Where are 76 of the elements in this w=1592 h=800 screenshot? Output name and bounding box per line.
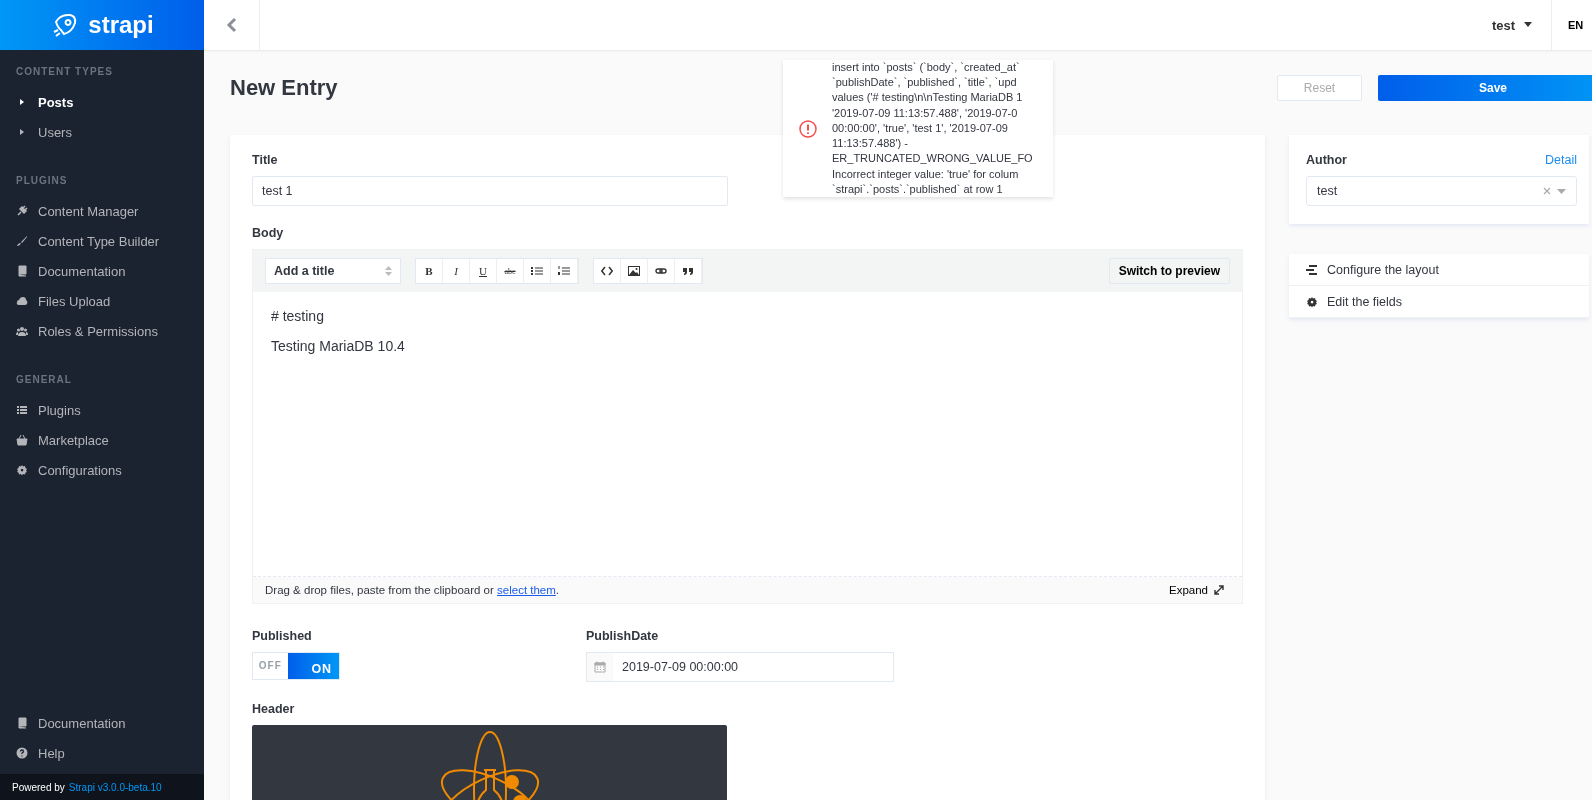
language-menu[interactable]: EN [1552, 18, 1592, 32]
brush-icon [16, 235, 28, 247]
error-message-line: '2019-07-09 11:13:57.488', '2019-07-0 [832, 105, 1019, 121]
select-files-link[interactable]: select them [497, 584, 556, 596]
sidebar-item[interactable]: Roles & Permissions [0, 316, 204, 346]
list-icon [16, 404, 28, 416]
cloud-icon [16, 295, 28, 307]
action-link[interactable]: Edit the fields [1289, 286, 1589, 318]
sidebar-item[interactable]: Documentation [0, 256, 204, 286]
expand-icon [1214, 585, 1224, 595]
bullet-list-icon [531, 266, 543, 276]
brand-name: strapi [88, 11, 154, 39]
field-label: Author [1306, 153, 1347, 167]
layout-icon [1306, 263, 1318, 276]
caret-down-icon [1557, 188, 1566, 194]
sidebar-item[interactable]: Documentation [0, 708, 204, 738]
section-heading: GENERAL [15, 373, 73, 387]
alert-icon [799, 119, 817, 138]
error-message-line: `strapi`.`posts`.`published` at row 1 [832, 182, 1004, 198]
section-heading: CONTENT TYPES [15, 65, 114, 79]
section-heading: PLUGINS [15, 174, 69, 188]
error-message-line: values ('# testing\n\nTesting MariaDB 1 [832, 90, 1024, 106]
book-icon [16, 717, 28, 729]
save-button[interactable]: Save [1378, 75, 1592, 101]
error-message-line: 00:00:00', 'true', 'test 1', '2019-07-09 [832, 120, 1009, 136]
error-message-line: `publishDate`, `published`, `title`, `upd [832, 74, 1018, 90]
field-label: Header [252, 702, 295, 716]
sort-arrows-icon [385, 266, 392, 276]
sidebar-item[interactable]: Files Upload [0, 286, 204, 316]
editor-text-line: # testing [271, 308, 324, 324]
field-label: Published [252, 629, 312, 643]
error-message-line: insert into `posts` (`body`, `created_at` [832, 59, 1021, 75]
sidebar-item[interactable]: Configurations [0, 455, 204, 485]
gear-icon [1306, 295, 1318, 308]
plug-icon [16, 205, 28, 217]
heading-select[interactable]: Add a title [265, 258, 401, 284]
title-input[interactable]: test 1 [252, 176, 728, 206]
numbered-list-icon [558, 266, 570, 276]
details-link[interactable]: Detail [1545, 153, 1577, 167]
version-link[interactable]: Strapi v3.0.0-beta.10 [68, 781, 162, 793]
powered-by-text: Powered by [12, 781, 65, 793]
field-label: Body [252, 226, 284, 240]
gear-icon [16, 464, 28, 476]
calendar-icon [594, 661, 606, 673]
error-message-line: ER_TRUNCATED_WRONG_VALUE_FO [832, 151, 1033, 167]
help-icon [16, 747, 28, 759]
book-icon [16, 265, 28, 277]
preview-button[interactable]: Switch to preview [1108, 258, 1230, 284]
chevron-left-icon [225, 17, 238, 33]
sidebar-item[interactable]: Users [0, 117, 204, 147]
author-select[interactable]: test [1306, 176, 1577, 206]
field-label: PublishDate [586, 629, 659, 643]
users-icon [16, 325, 28, 337]
action-link[interactable]: Configure the layout [1289, 254, 1589, 286]
quote-icon [682, 266, 694, 276]
sidebar-item[interactable]: Help [0, 738, 204, 768]
error-message-line: Incorrect integer value: 'true' for colum [832, 166, 1020, 182]
published-toggle[interactable]: OFF ON [252, 652, 340, 680]
field-label: Title [252, 153, 278, 167]
sidebar-item[interactable]: Marketplace [0, 425, 204, 455]
drop-hint-text: Drag & drop files, paste from the clipboard or select them. [265, 584, 560, 596]
basket-icon [16, 434, 28, 446]
date-input[interactable]: 2019-07-09 00:00:00 [586, 652, 894, 682]
expand-button[interactable]: Expand [1163, 583, 1230, 597]
sidebar-item[interactable]: Content Manager [0, 196, 204, 226]
page-title: New Entry [230, 75, 338, 101]
sidebar-item[interactable]: Plugins [0, 395, 204, 425]
user-menu[interactable]: test [1473, 0, 1552, 50]
error-message-line: 11:13:57.488') - [832, 136, 909, 152]
editor-text-line: Testing MariaDB 10.4 [271, 338, 405, 354]
link-icon [655, 266, 667, 276]
code-icon [601, 266, 613, 276]
sidebar-item[interactable]: Content Type Builder [0, 226, 204, 256]
clear-icon [1543, 187, 1551, 195]
image-icon [628, 266, 640, 276]
caret-down-icon [1523, 22, 1533, 28]
